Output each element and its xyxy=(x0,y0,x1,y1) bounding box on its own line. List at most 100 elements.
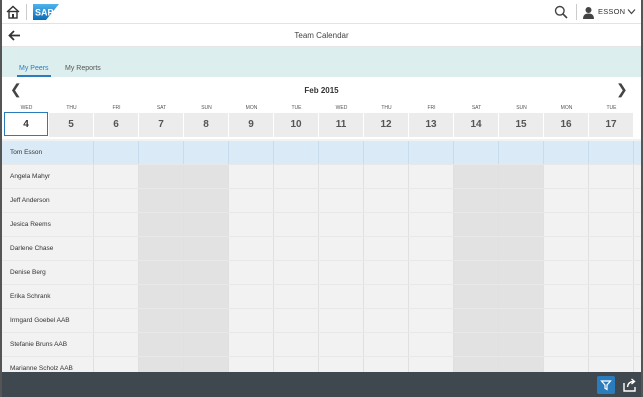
calendar-day-cell[interactable] xyxy=(274,141,319,164)
calendar-day-cell[interactable] xyxy=(544,237,589,260)
team-member-row[interactable]: Irmgard Goebel AAB xyxy=(2,309,641,333)
calendar-day-cell[interactable] xyxy=(229,165,274,188)
calendar-day-cell[interactable] xyxy=(499,309,544,332)
home-icon[interactable] xyxy=(6,5,20,19)
calendar-day-cell[interactable] xyxy=(364,165,409,188)
calendar-day-cell[interactable] xyxy=(274,261,319,284)
calendar-day-cell[interactable] xyxy=(499,261,544,284)
calendar-day-cell[interactable] xyxy=(409,237,454,260)
day-cell[interactable]: 7 xyxy=(139,113,183,137)
day-cell[interactable]: 5 xyxy=(49,113,93,137)
calendar-day-cell[interactable] xyxy=(454,237,499,260)
calendar-day-cell[interactable] xyxy=(94,237,139,260)
calendar-day-cell[interactable] xyxy=(139,165,184,188)
day-cell[interactable]: 8 xyxy=(184,113,228,137)
calendar-day-cell[interactable] xyxy=(319,165,364,188)
calendar-day-cell[interactable] xyxy=(499,189,544,212)
calendar-day-cell[interactable] xyxy=(184,333,229,356)
calendar-day-cell[interactable] xyxy=(94,285,139,308)
calendar-day-cell[interactable] xyxy=(499,141,544,164)
calendar-day-cell[interactable] xyxy=(94,189,139,212)
calendar-day-cell[interactable] xyxy=(499,285,544,308)
team-member-row[interactable]: Jeff Anderson xyxy=(2,189,641,213)
day-cell[interactable]: 14 xyxy=(454,113,498,137)
calendar-day-cell[interactable] xyxy=(544,141,589,164)
calendar-day-cell[interactable] xyxy=(454,213,499,236)
calendar-day-cell[interactable] xyxy=(454,165,499,188)
team-member-row[interactable]: Darlene Chase xyxy=(2,237,641,261)
calendar-day-cell[interactable] xyxy=(499,333,544,356)
calendar-day-cell[interactable] xyxy=(139,285,184,308)
calendar-day-cell[interactable] xyxy=(589,285,634,308)
calendar-day-cell[interactable] xyxy=(364,189,409,212)
calendar-day-cell[interactable] xyxy=(139,189,184,212)
calendar-day-cell[interactable] xyxy=(364,261,409,284)
calendar-day-cell[interactable] xyxy=(409,141,454,164)
day-cell[interactable]: 10 xyxy=(274,113,318,137)
day-cell[interactable]: 13 xyxy=(409,113,453,137)
calendar-day-cell[interactable] xyxy=(454,261,499,284)
calendar-day-cell[interactable] xyxy=(229,213,274,236)
calendar-day-cell[interactable] xyxy=(229,261,274,284)
day-cell-today[interactable]: 4 xyxy=(4,112,48,136)
user-icon[interactable] xyxy=(582,6,595,19)
calendar-day-cell[interactable] xyxy=(229,237,274,260)
calendar-day-cell[interactable] xyxy=(544,189,589,212)
chevron-down-icon[interactable] xyxy=(627,8,636,15)
calendar-day-cell[interactable] xyxy=(589,237,634,260)
calendar-day-cell[interactable] xyxy=(499,237,544,260)
calendar-day-cell[interactable] xyxy=(589,333,634,356)
calendar-day-cell[interactable] xyxy=(229,141,274,164)
calendar-day-cell[interactable] xyxy=(589,189,634,212)
calendar-day-cell[interactable] xyxy=(274,189,319,212)
calendar-day-cell[interactable] xyxy=(49,237,94,260)
calendar-day-cell[interactable] xyxy=(589,309,634,332)
user-name[interactable]: ESSON xyxy=(598,7,625,16)
calendar-day-cell[interactable] xyxy=(274,213,319,236)
calendar-day-cell[interactable] xyxy=(409,189,454,212)
calendar-day-cell[interactable] xyxy=(139,333,184,356)
day-cell[interactable]: 12 xyxy=(364,113,408,137)
calendar-day-cell[interactable] xyxy=(364,333,409,356)
calendar-day-cell[interactable] xyxy=(454,189,499,212)
day-cell[interactable]: 11 xyxy=(319,113,363,137)
calendar-day-cell[interactable] xyxy=(319,141,364,164)
calendar-day-cell[interactable] xyxy=(274,237,319,260)
team-member-row[interactable]: Jesica Reems xyxy=(2,213,641,237)
calendar-day-cell[interactable] xyxy=(49,285,94,308)
day-cell[interactable]: 17 xyxy=(589,113,633,137)
day-cell[interactable]: 15 xyxy=(499,113,543,137)
calendar-day-cell[interactable] xyxy=(499,213,544,236)
team-member-row[interactable]: Angela Mahyr xyxy=(2,165,641,189)
calendar-day-cell[interactable] xyxy=(319,333,364,356)
calendar-day-cell[interactable] xyxy=(184,237,229,260)
calendar-day-cell[interactable] xyxy=(589,165,634,188)
calendar-day-cell[interactable] xyxy=(94,213,139,236)
calendar-day-cell[interactable] xyxy=(94,165,139,188)
calendar-day-cell[interactable] xyxy=(184,261,229,284)
calendar-day-cell[interactable] xyxy=(229,189,274,212)
calendar-day-cell[interactable] xyxy=(544,165,589,188)
calendar-day-cell[interactable] xyxy=(544,213,589,236)
calendar-day-cell[interactable] xyxy=(364,285,409,308)
calendar-day-cell[interactable] xyxy=(49,189,94,212)
calendar-day-cell[interactable] xyxy=(274,165,319,188)
calendar-day-cell[interactable] xyxy=(454,333,499,356)
calendar-day-cell[interactable] xyxy=(184,213,229,236)
calendar-day-cell[interactable] xyxy=(274,285,319,308)
calendar-day-cell[interactable] xyxy=(544,261,589,284)
tab-my-peers[interactable]: My Peers xyxy=(19,65,49,72)
calendar-day-cell[interactable] xyxy=(589,213,634,236)
calendar-day-cell[interactable] xyxy=(319,213,364,236)
day-cell[interactable]: 9 xyxy=(229,113,273,137)
calendar-day-cell[interactable] xyxy=(319,189,364,212)
calendar-day-cell[interactable] xyxy=(454,309,499,332)
next-period-icon[interactable]: ❯ xyxy=(616,82,628,96)
calendar-day-cell[interactable] xyxy=(319,285,364,308)
calendar-day-cell[interactable] xyxy=(94,141,139,164)
team-member-row[interactable]: Erika Schrank xyxy=(2,285,641,309)
share-icon[interactable] xyxy=(621,376,639,394)
calendar-day-cell[interactable] xyxy=(229,309,274,332)
calendar-day-cell[interactable] xyxy=(49,141,94,164)
calendar-day-cell[interactable] xyxy=(184,189,229,212)
